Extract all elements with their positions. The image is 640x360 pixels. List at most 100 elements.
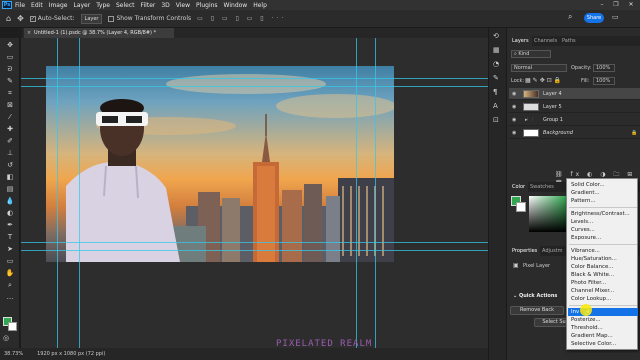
brush-tool-icon[interactable]: ✐ bbox=[4, 136, 16, 146]
menu-item-hue-saturation[interactable]: Hue/Saturation... bbox=[571, 255, 617, 263]
menu-item-black-white[interactable]: Black & White... bbox=[571, 271, 614, 279]
lasso-tool-icon[interactable]: ᘐ bbox=[4, 64, 16, 74]
path-select-tool-icon[interactable]: ➤ bbox=[4, 244, 16, 254]
remove-background-button[interactable]: Remove Back bbox=[510, 306, 564, 315]
auto-select-checkbox[interactable]: ✓ bbox=[29, 15, 36, 22]
tab-swatches[interactable]: Swatches bbox=[527, 182, 557, 192]
lock-icons[interactable]: ▦✎✥⊡🔒 bbox=[525, 77, 563, 84]
menu-item-channel-mixer[interactable]: Channel Mixer... bbox=[571, 287, 614, 295]
frame-tool-icon[interactable]: ⊠ bbox=[4, 100, 16, 110]
menu-window[interactable]: Window bbox=[224, 2, 248, 9]
close-window-button[interactable]: ✕ bbox=[625, 0, 637, 10]
menu-item-selective-color[interactable]: Selective Color... bbox=[571, 340, 616, 348]
menu-select[interactable]: Select bbox=[116, 2, 135, 9]
background-color-swatch[interactable] bbox=[8, 322, 17, 331]
transform-controls-checkbox[interactable] bbox=[108, 15, 115, 22]
tab-layers[interactable]: Layers bbox=[509, 36, 532, 46]
visibility-eye-icon[interactable]: ◉ bbox=[512, 101, 516, 113]
menu-item-solid-color[interactable]: Solid Color... bbox=[571, 181, 605, 189]
fill-input[interactable]: 100% bbox=[593, 77, 615, 85]
layer-row-layer-5[interactable]: ◉ Layer 5 bbox=[509, 101, 640, 113]
menu-view[interactable]: View bbox=[176, 2, 190, 9]
workspace-icon[interactable]: ▭ bbox=[612, 13, 619, 21]
guide-vertical[interactable] bbox=[356, 38, 357, 348]
layer-row-layer-4[interactable]: ◉ Layer 4 bbox=[509, 88, 640, 100]
menu-item-brightness-contrast[interactable]: Brightness/Contrast... bbox=[571, 210, 630, 218]
background-color-chip[interactable] bbox=[516, 202, 526, 212]
menu-filter[interactable]: Filter bbox=[141, 2, 156, 9]
document-image[interactable] bbox=[46, 66, 394, 262]
guide-horizontal[interactable] bbox=[21, 250, 488, 251]
quick-select-tool-icon[interactable]: ✎ bbox=[4, 76, 16, 86]
tab-paths[interactable]: Paths bbox=[559, 36, 579, 46]
visibility-eye-icon[interactable]: ◉ bbox=[512, 114, 516, 126]
history-brush-tool-icon[interactable]: ↺ bbox=[4, 160, 16, 170]
maximize-button[interactable]: ❐ bbox=[610, 0, 622, 10]
clone-stamp-tool-icon[interactable]: ⊥ bbox=[4, 148, 16, 158]
menu-item-color-lookup[interactable]: Color Lookup... bbox=[571, 295, 611, 303]
zoom-level[interactable]: 38.73% bbox=[4, 351, 23, 357]
properties-panel-icon[interactable]: ◔ bbox=[493, 60, 499, 68]
menu-item-posterize[interactable]: Posterize... bbox=[571, 316, 601, 324]
menu-item-levels[interactable]: Levels... bbox=[571, 218, 593, 226]
document-tab[interactable]: × Untitled-1 (1).psdc @ 38.7% (Layer 4, … bbox=[24, 28, 174, 38]
menu-3d[interactable]: 3D bbox=[161, 2, 169, 9]
pen-tool-icon[interactable]: ✒ bbox=[4, 220, 16, 230]
tab-properties[interactable]: Properties bbox=[509, 246, 541, 256]
guide-vertical[interactable] bbox=[57, 38, 58, 348]
menu-item-threshold[interactable]: Threshold... bbox=[571, 324, 603, 332]
move-tool-icon[interactable]: ✥ bbox=[4, 40, 16, 50]
eyedropper-tool-icon[interactable]: ⁄ bbox=[4, 112, 16, 122]
share-button[interactable]: Share bbox=[584, 13, 604, 23]
paragraph-panel-icon[interactable]: ¶ bbox=[493, 88, 497, 96]
libraries-panel-icon[interactable]: ▦ bbox=[493, 46, 500, 54]
menu-item-invert[interactable]: Inv bbox=[571, 308, 579, 316]
menu-item-photo-filter[interactable]: Photo Filter... bbox=[571, 279, 606, 287]
blend-mode-dropdown[interactable]: Normal bbox=[511, 64, 567, 72]
history-panel-icon[interactable]: ⟲ bbox=[493, 32, 499, 40]
home-icon[interactable]: ⌂ bbox=[6, 14, 11, 23]
zoom-tool-icon[interactable]: ⌕ bbox=[4, 280, 16, 290]
visibility-eye-icon[interactable]: ◉ bbox=[512, 88, 516, 100]
tab-color[interactable]: Color bbox=[509, 182, 529, 192]
canvas-area[interactable] bbox=[21, 38, 488, 348]
menu-type[interactable]: Type bbox=[96, 2, 110, 9]
healing-brush-tool-icon[interactable]: ✚ bbox=[4, 124, 16, 134]
align-icons[interactable]: ▭ ▯ ▭ ▯ ▭ ▯ ··· bbox=[197, 15, 286, 22]
layer-row-background[interactable]: ◉ Background 🔒 bbox=[509, 127, 640, 139]
brush-panel-icon[interactable]: ✎ bbox=[493, 74, 499, 82]
guide-horizontal[interactable] bbox=[21, 242, 488, 243]
hand-tool-icon[interactable]: ✋ bbox=[4, 268, 16, 278]
tab-adjustments[interactable]: Adjustm bbox=[539, 246, 566, 256]
menu-item-vibrance[interactable]: Vibrance... bbox=[571, 247, 600, 255]
minimize-button[interactable]: – bbox=[596, 0, 608, 10]
close-tab-icon[interactable]: × bbox=[27, 28, 31, 38]
menu-item-exposure[interactable]: Exposure... bbox=[571, 234, 601, 242]
glyphs-panel-icon[interactable]: ⊡ bbox=[493, 116, 499, 124]
crop-tool-icon[interactable]: ⌗ bbox=[4, 88, 16, 98]
menu-help[interactable]: Help bbox=[253, 2, 267, 9]
visibility-eye-icon[interactable]: ◉ bbox=[512, 127, 516, 139]
menu-plugins[interactable]: Plugins bbox=[196, 2, 218, 9]
blur-tool-icon[interactable]: 💧 bbox=[4, 196, 16, 206]
menu-edit[interactable]: Edit bbox=[31, 2, 43, 9]
menu-layer[interactable]: Layer bbox=[73, 2, 90, 9]
layer-filter-dropdown[interactable]: ⌕ Kind bbox=[511, 50, 551, 58]
menu-file[interactable]: File bbox=[15, 2, 25, 9]
menu-item-curves[interactable]: Curves... bbox=[571, 226, 595, 234]
dodge-tool-icon[interactable]: ◐ bbox=[4, 208, 16, 218]
gradient-tool-icon[interactable]: ▤ bbox=[4, 184, 16, 194]
menu-item-color-balance[interactable]: Color Balance... bbox=[571, 263, 613, 271]
guide-vertical[interactable] bbox=[79, 38, 80, 348]
menu-item-pattern[interactable]: Pattern... bbox=[571, 197, 596, 205]
opacity-input[interactable]: 100% bbox=[593, 64, 615, 72]
guide-horizontal[interactable] bbox=[21, 86, 488, 87]
character-panel-icon[interactable]: A bbox=[493, 102, 498, 110]
move-tool-icon[interactable]: ✥ bbox=[17, 14, 24, 23]
color-picker-field[interactable] bbox=[529, 196, 567, 232]
menu-item-gradient[interactable]: Gradient... bbox=[571, 189, 600, 197]
rectangle-tool-icon[interactable]: ▭ bbox=[4, 256, 16, 266]
search-icon[interactable]: ⌕ bbox=[568, 12, 578, 22]
eraser-tool-icon[interactable]: ◧ bbox=[4, 172, 16, 182]
guide-horizontal[interactable] bbox=[21, 78, 488, 79]
